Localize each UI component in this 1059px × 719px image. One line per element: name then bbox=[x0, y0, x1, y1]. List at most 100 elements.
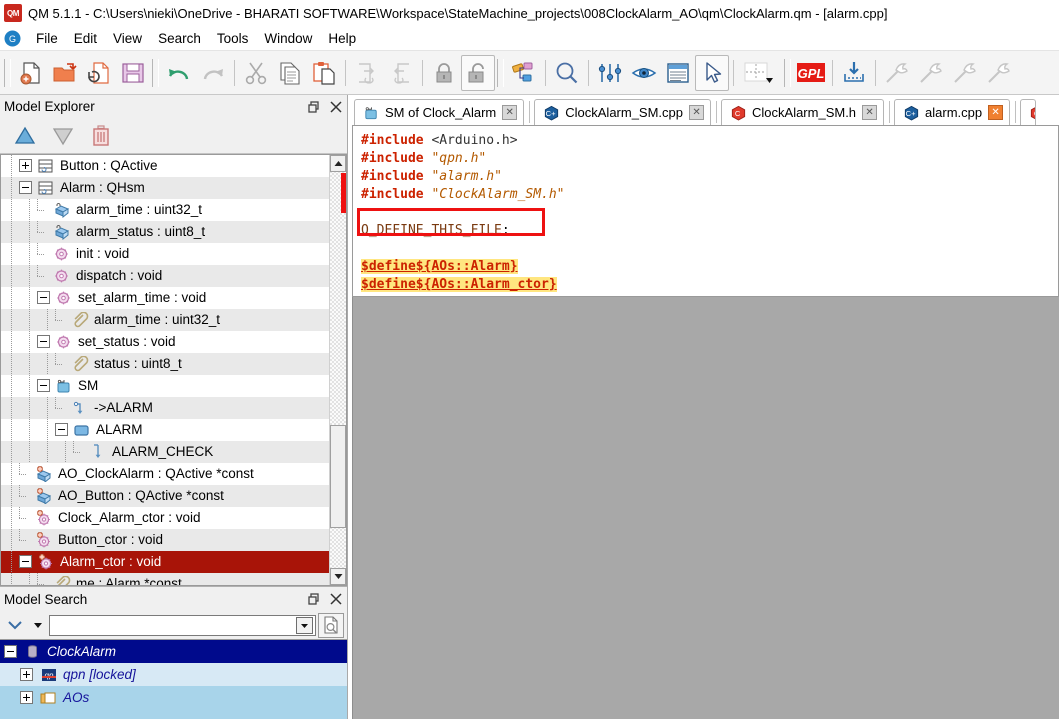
collapse-node-button[interactable] bbox=[19, 555, 32, 569]
tree-row[interactable]: AO_ClockAlarm : QActive *const bbox=[1, 462, 329, 485]
collapse-node-button[interactable] bbox=[37, 291, 50, 305]
close-icon[interactable]: ✕ bbox=[689, 105, 705, 120]
expand-node-button[interactable] bbox=[20, 668, 33, 681]
close-icon[interactable]: ✕ bbox=[862, 105, 878, 120]
paste-button[interactable] bbox=[307, 55, 341, 91]
move-up-button[interactable] bbox=[6, 121, 44, 151]
close-icon[interactable] bbox=[325, 589, 347, 609]
scroll-track[interactable] bbox=[330, 172, 346, 568]
toolbar-grip-1[interactable] bbox=[4, 58, 11, 87]
model-explorer-tree[interactable]: Button : QActive Alarm : QHsm alarm_time :… bbox=[0, 153, 347, 586]
show-list-button[interactable] bbox=[661, 55, 695, 91]
toolbar-grip-4[interactable] bbox=[784, 58, 791, 87]
tree-row[interactable]: Alarm : QHsm bbox=[1, 176, 329, 199]
tree-row[interactable]: me : Alarm *const bbox=[1, 572, 329, 585]
code-editor[interactable]: #include <Arduino.h> #include "qpn.h" #inc… bbox=[352, 125, 1059, 297]
tree-vertical-scrollbar[interactable] bbox=[329, 154, 346, 585]
search-options-caret-down-icon[interactable] bbox=[29, 613, 47, 637]
tree-row[interactable]: status : uint8_t bbox=[1, 352, 329, 375]
close-icon[interactable] bbox=[325, 97, 347, 117]
search-result-row[interactable]: ClockAlarm bbox=[0, 640, 347, 663]
restore-window-icon[interactable] bbox=[303, 589, 325, 609]
scroll-thumb[interactable] bbox=[330, 425, 346, 529]
editor-tab-partial[interactable]: C bbox=[1020, 99, 1037, 125]
copy-button[interactable] bbox=[273, 55, 307, 91]
tree-row[interactable]: alarm_time : uint32_t bbox=[1, 308, 329, 331]
editor-tab[interactable]: C+ alarm.cpp ✕ bbox=[894, 99, 1011, 125]
tree-row[interactable]: Alarm_ctor : void bbox=[1, 550, 329, 573]
search-result-label: AOs bbox=[63, 690, 90, 705]
tree-row[interactable]: alarm_time : uint32_t bbox=[1, 198, 329, 221]
tree-row[interactable]: AO_Button : QActive *const bbox=[1, 484, 329, 507]
tree-row[interactable]: Button : QActive bbox=[1, 154, 329, 177]
menu-item-window[interactable]: Window bbox=[256, 29, 320, 48]
cut-button bbox=[239, 55, 273, 91]
editor-tab[interactable]: C+ ClockAlarm_SM.cpp ✕ bbox=[534, 99, 712, 125]
menu-item-help[interactable]: Help bbox=[320, 29, 364, 48]
chevron-down-icon[interactable] bbox=[3, 613, 27, 637]
restore-window-icon[interactable] bbox=[303, 97, 325, 117]
new-document-button[interactable] bbox=[14, 55, 48, 91]
toolbar-grip-3[interactable] bbox=[497, 58, 504, 87]
code-content[interactable]: #include <Arduino.h> #include "qpn.h" #inc… bbox=[361, 132, 1058, 294]
grid-dropdown-button[interactable] bbox=[738, 55, 782, 91]
model-properties-button[interactable] bbox=[507, 55, 541, 91]
trash-icon[interactable] bbox=[82, 121, 120, 151]
menu-item-edit[interactable]: Edit bbox=[66, 29, 105, 48]
tree-row[interactable]: set_alarm_time : void bbox=[1, 286, 329, 309]
tree-row[interactable]: ALARM_CHECK bbox=[1, 440, 329, 463]
move-down-button bbox=[44, 121, 82, 151]
editor-tab-bar[interactable]: SM of Clock_Alarm ✕ C+ ClockAlarm_SM.cpp ✕ C C… bbox=[348, 95, 1059, 125]
show-view-button[interactable] bbox=[627, 55, 661, 91]
model-tree-rows[interactable]: Button : QActive Alarm : QHsm alarm_time :… bbox=[1, 154, 329, 585]
collapse-node-button[interactable] bbox=[19, 181, 32, 195]
menu-item-file[interactable]: File bbox=[28, 29, 66, 48]
search-result-row[interactable]: AOs bbox=[0, 686, 347, 709]
close-icon[interactable]: ✕ bbox=[988, 105, 1004, 120]
menu-item-view[interactable]: View bbox=[105, 29, 150, 48]
generate-code-button[interactable] bbox=[837, 55, 871, 91]
search-input[interactable] bbox=[49, 614, 316, 636]
collapse-node-button[interactable] bbox=[37, 379, 50, 393]
tree-indent bbox=[1, 550, 19, 573]
tree-row[interactable]: SM bbox=[1, 374, 329, 397]
collapse-node-button[interactable] bbox=[37, 335, 50, 349]
scroll-down-icon[interactable] bbox=[330, 568, 346, 585]
toolbar-separator-3 bbox=[422, 59, 423, 86]
menu-item-search[interactable]: Search bbox=[150, 29, 209, 48]
tree-row[interactable]: init : void bbox=[1, 242, 329, 265]
model-search-results[interactable]: ClockAlarm qp qpn [locked] AOs bbox=[0, 639, 347, 719]
tree-leaf-connector bbox=[19, 528, 34, 551]
search-history-dropdown-icon[interactable] bbox=[296, 616, 313, 634]
collapse-node-button[interactable] bbox=[55, 423, 68, 437]
tree-row[interactable]: dispatch : void bbox=[1, 264, 329, 287]
code-token: #include bbox=[361, 169, 424, 184]
save-document-button[interactable] bbox=[116, 55, 150, 91]
preferences-button[interactable] bbox=[593, 55, 627, 91]
menu-item-tools[interactable]: Tools bbox=[209, 29, 257, 48]
gpl-license-button[interactable]: GPL bbox=[794, 55, 828, 91]
editor-tab[interactable]: C ClockAlarm_SM.h ✕ bbox=[721, 99, 885, 125]
close-icon[interactable]: ✕ bbox=[502, 105, 518, 120]
scroll-up-icon[interactable] bbox=[330, 154, 346, 172]
toolbar-grip-2[interactable] bbox=[152, 58, 159, 87]
expand-node-button[interactable] bbox=[20, 691, 33, 704]
expand-node-button[interactable] bbox=[19, 159, 32, 173]
tree-row[interactable]: ALARM bbox=[1, 418, 329, 441]
tree-row[interactable]: set_status : void bbox=[1, 330, 329, 353]
find-button[interactable] bbox=[550, 55, 584, 91]
select-pointer-button[interactable] bbox=[695, 54, 729, 91]
document-search-icon[interactable] bbox=[318, 612, 344, 638]
tree-row[interactable]: alarm_status : uint8_t bbox=[1, 220, 329, 243]
undo-button[interactable] bbox=[162, 55, 196, 91]
reload-document-button[interactable] bbox=[82, 55, 116, 91]
window-title-bar: QM 5.1.1 - C:\Users\nieki\OneDrive - BHA… bbox=[0, 0, 1059, 26]
svg-text:qp: qp bbox=[45, 671, 54, 680]
tree-row[interactable]: Button_ctor : void bbox=[1, 528, 329, 551]
tree-row[interactable]: Clock_Alarm_ctor : void bbox=[1, 506, 329, 529]
collapse-node-button[interactable] bbox=[4, 645, 17, 658]
tree-row[interactable]: ->ALARM bbox=[1, 396, 329, 419]
search-result-row[interactable]: qp qpn [locked] bbox=[0, 663, 347, 686]
open-document-button[interactable] bbox=[48, 55, 82, 91]
editor-tab[interactable]: SM of Clock_Alarm ✕ bbox=[354, 99, 525, 125]
